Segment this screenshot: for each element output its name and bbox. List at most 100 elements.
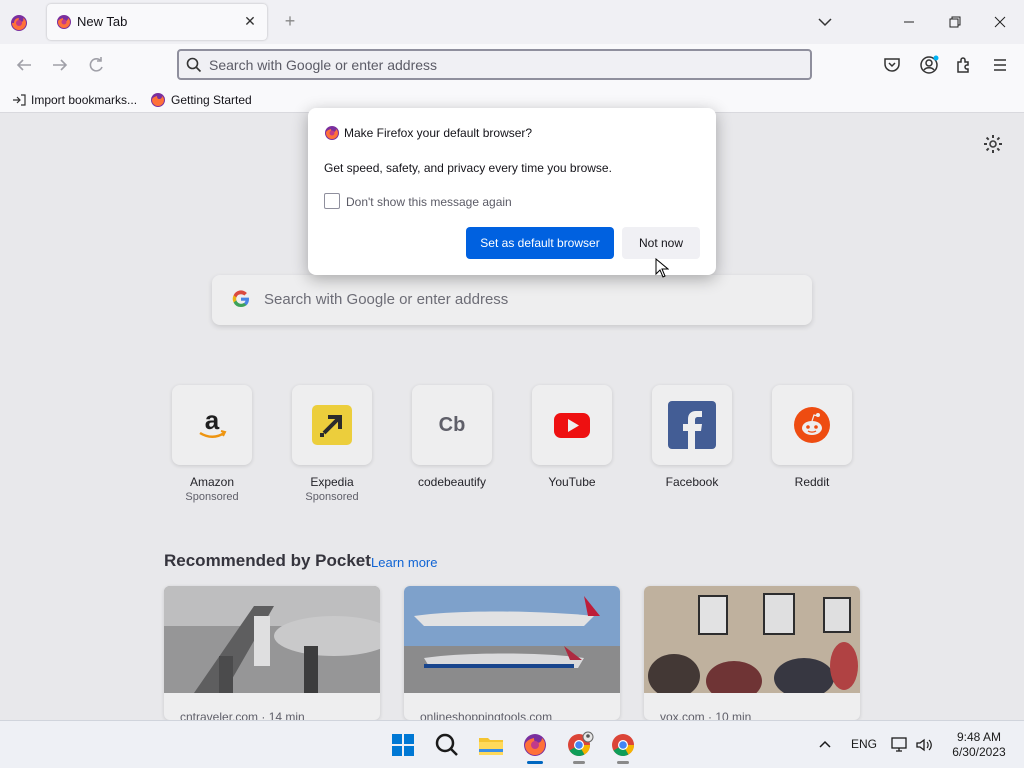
search-icon <box>435 733 458 756</box>
card-thumbnail <box>644 586 860 701</box>
tab-title: New Tab <box>77 14 128 29</box>
firefox-icon <box>325 126 339 140</box>
top-site-youtube[interactable]: YouTube <box>532 385 612 489</box>
not-now-button[interactable]: Not now <box>622 227 700 259</box>
mouse-cursor-icon <box>655 258 669 278</box>
navigation-toolbar <box>0 44 1024 86</box>
file-explorer-icon <box>479 738 503 755</box>
default-browser-dialog: Make Firefox your default browser? Get s… <box>308 108 716 275</box>
newtab-search-placeholder: Search with Google or enter address <box>264 291 509 308</box>
top-site-expedia[interactable]: Expedia Sponsored <box>292 385 372 503</box>
dialog-title: Make Firefox your default browser? <box>344 126 533 140</box>
account-icon[interactable] <box>917 53 941 77</box>
list-all-tabs-chevron-icon[interactable] <box>815 12 835 32</box>
running-app-indicator <box>617 761 629 764</box>
import-icon <box>13 94 26 106</box>
restore-icon[interactable] <box>943 10 967 34</box>
dialog-body: Get speed, safety, and privacy every tim… <box>324 161 612 175</box>
top-site-icon-box <box>772 385 852 465</box>
expedia-icon <box>312 405 352 445</box>
bookmark-label: Getting Started <box>171 93 252 107</box>
card-thumbnail <box>404 586 620 693</box>
top-site-label: codebeautify <box>417 475 487 489</box>
forward-arrow-icon[interactable] <box>48 53 72 77</box>
top-site-icon-box: a <box>172 385 252 465</box>
bookmark-import[interactable]: Import bookmarks... <box>12 91 137 109</box>
sponsored-label: Sponsored <box>305 491 359 503</box>
dont-show-again-label[interactable]: Don't show this message again <box>346 195 512 209</box>
facebook-icon <box>668 401 716 449</box>
google-icon <box>232 290 249 308</box>
new-tab-button[interactable]: + <box>280 11 300 31</box>
amazon-icon: a <box>199 405 227 438</box>
language-indicator[interactable]: ENG <box>851 737 877 751</box>
sponsored-label: Sponsored <box>185 491 239 503</box>
close-window-icon[interactable] <box>988 10 1012 34</box>
dont-show-again-checkbox[interactable] <box>324 193 340 209</box>
start-icon <box>392 734 414 756</box>
clock-date: 6/30/2023 <box>952 745 1006 759</box>
pocket-card[interactable]: cntraveler.com · 14 min <box>164 586 380 720</box>
firefox-icon <box>524 734 546 756</box>
tab-strip: New Tab ✕ + <box>0 0 1024 44</box>
youtube-icon <box>554 413 590 438</box>
card-source: vox.com · 10 min <box>660 710 752 720</box>
top-site-codebeautify[interactable]: Cb codebeautify <box>412 385 492 489</box>
clock-time: 9:48 AM <box>956 730 1002 744</box>
codebeautify-icon: Cb <box>438 414 466 436</box>
pocket-icon[interactable] <box>880 53 904 77</box>
top-site-icon-box <box>652 385 732 465</box>
tab-close-icon[interactable]: ✕ <box>241 12 259 30</box>
settings-gear-icon[interactable] <box>982 133 1004 155</box>
top-site-label: Amazon <box>189 475 235 489</box>
newtab-search-box[interactable]: Search with Google or enter address <box>212 275 812 325</box>
start-button[interactable] <box>387 729 419 761</box>
bookmark-getting-started[interactable]: Getting Started <box>150 91 252 109</box>
top-site-icon-box <box>292 385 372 465</box>
system-clock[interactable]: 9:48 AM 6/30/2023 <box>946 730 1012 760</box>
hamburger-menu-icon[interactable] <box>988 53 1012 77</box>
search-icon <box>186 57 202 73</box>
address-input[interactable] <box>209 54 799 76</box>
top-site-label: Expedia <box>310 475 354 489</box>
pocket-heading: Recommended by Pocket <box>164 551 371 570</box>
top-site-amazon[interactable]: a Amazon Sponsored <box>172 385 252 503</box>
taskbar-firefox[interactable] <box>519 729 551 764</box>
top-site-label: Reddit <box>794 475 830 489</box>
reddit-icon <box>794 407 830 443</box>
bookmark-label: Import bookmarks... <box>31 93 138 107</box>
show-hidden-icons-chevron-icon[interactable] <box>817 737 833 753</box>
card-thumbnail <box>164 586 380 693</box>
chrome-icon <box>612 734 634 756</box>
top-site-facebook[interactable]: Facebook <box>652 385 732 489</box>
network-icon[interactable] <box>890 735 910 755</box>
extensions-icon[interactable] <box>952 53 976 77</box>
svg-text:a: a <box>205 405 220 435</box>
running-app-indicator <box>573 761 585 764</box>
top-site-icon-box <box>532 385 612 465</box>
taskbar-chrome[interactable] <box>607 729 639 764</box>
reload-icon[interactable] <box>84 53 108 77</box>
windows-taskbar: ENG 9:48 AM 6/30/2023 <box>0 720 1024 768</box>
set-default-browser-button[interactable]: Set as default browser <box>466 227 614 259</box>
minimize-icon[interactable] <box>897 10 921 34</box>
volume-icon[interactable] <box>914 735 934 755</box>
learn-more-link[interactable]: Learn more <box>371 555 437 570</box>
back-arrow-icon[interactable] <box>12 53 36 77</box>
firefox-menu-icon[interactable] <box>8 12 30 34</box>
chrome-profile-icon <box>568 731 594 756</box>
taskbar-search-button[interactable] <box>431 729 463 761</box>
card-source: cntraveler.com · 14 min <box>180 710 305 720</box>
firefox-icon <box>57 15 71 29</box>
top-site-label: Facebook <box>665 475 719 489</box>
top-site-icon-box: Cb <box>412 385 492 465</box>
top-site-reddit[interactable]: Reddit <box>772 385 852 489</box>
firefox-icon <box>151 93 165 107</box>
taskbar-chrome-profile[interactable] <box>563 729 595 764</box>
pocket-card[interactable]: onlineshoppingtools.com <box>404 586 620 720</box>
taskbar-file-explorer[interactable] <box>475 729 507 761</box>
address-bar[interactable] <box>177 49 812 80</box>
top-site-label: YouTube <box>548 475 596 489</box>
pocket-card[interactable]: vox.com · 10 min <box>644 586 860 720</box>
tab-new-tab[interactable]: New Tab ✕ <box>47 4 267 40</box>
